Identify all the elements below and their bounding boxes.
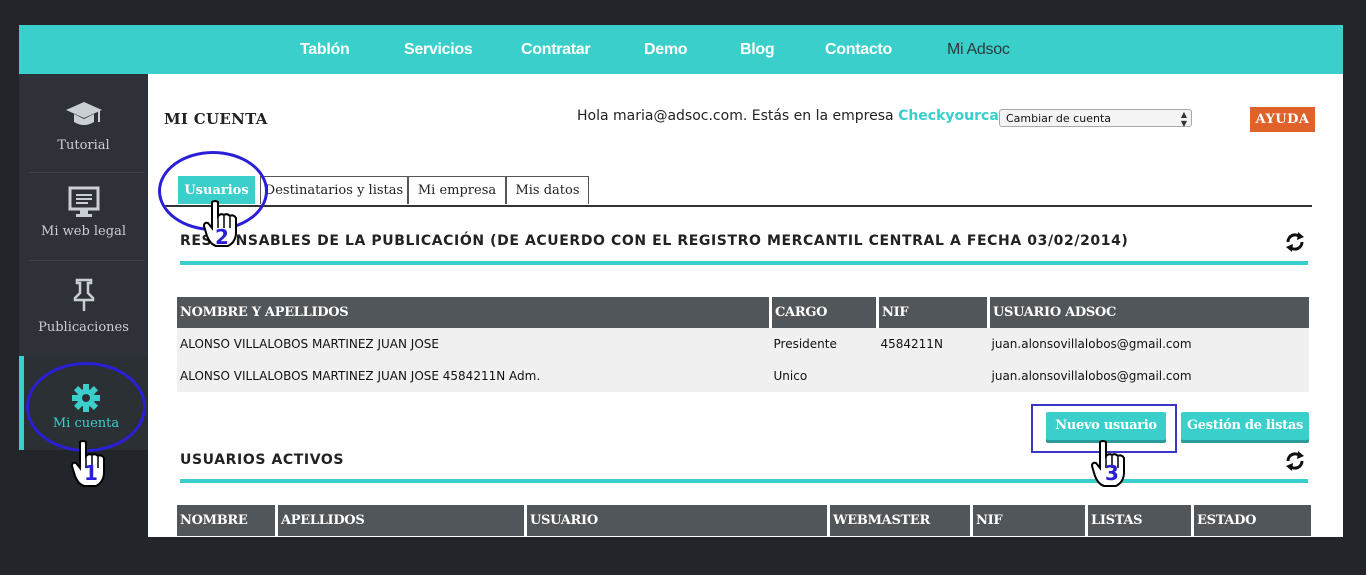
nav-servicios[interactable]: Servicios xyxy=(404,25,473,74)
column-header: WEBMASTER xyxy=(828,505,973,536)
table-cell: juan.alonsovillalobos@gmail.com xyxy=(988,328,1309,360)
nav-tablon[interactable]: Tablón xyxy=(300,25,350,74)
main-panel: MI CUENTA Hola maria@adsoc.com. Estás en… xyxy=(148,74,1343,537)
active-users-table: NOMBRE APELLIDOS USUARIO WEBMASTER NIF L… xyxy=(177,505,1311,536)
responsables-table: NOMBRE Y APELLIDOS CARGO NIF USUARIO ADS… xyxy=(177,297,1309,392)
greeting-message: Hola maria@adsoc.com. Estás en la empres… xyxy=(577,108,894,124)
column-header: NOMBRE xyxy=(177,505,278,536)
column-header: LISTAS xyxy=(1086,505,1194,536)
monitor-icon xyxy=(68,186,99,217)
sidebar-item-publicaciones[interactable]: Publicaciones xyxy=(19,278,148,340)
step-number: 2 xyxy=(215,225,229,249)
sidebar-item-mi-web-legal[interactable]: Mi web legal xyxy=(19,186,148,248)
annotation-circle xyxy=(26,362,146,452)
section-rule xyxy=(180,479,1308,483)
column-header: USUARIO xyxy=(525,505,830,536)
table-cell: Unico xyxy=(770,360,878,392)
step-number: 3 xyxy=(1105,461,1119,485)
sidebar-item-label: Publicaciones xyxy=(38,320,129,335)
graduation-cap-icon xyxy=(65,102,102,125)
responsables-title: RESPONSABLES DE LA PUBLICACIÓN (DE ACUER… xyxy=(180,233,1129,249)
column-header: ESTADO xyxy=(1192,505,1311,536)
sidebar-divider xyxy=(29,172,145,173)
nav-blog[interactable]: Blog xyxy=(740,25,775,74)
table-row: ALONSO VILLALOBOS MARTINEZ JUAN JOSE Pre… xyxy=(177,328,1309,360)
step-number: 1 xyxy=(84,461,98,485)
sidebar-item-tutorial[interactable]: Tutorial xyxy=(19,100,148,162)
refresh-icon[interactable] xyxy=(1284,450,1306,472)
sidebar-item-label: Tutorial xyxy=(57,138,110,153)
tab-mis-datos[interactable]: Mis datos xyxy=(506,176,589,204)
table-cell: ALONSO VILLALOBOS MARTINEZ JUAN JOSE xyxy=(177,328,771,360)
tabs-underline xyxy=(164,205,1312,207)
table-header-row: NOMBRE APELLIDOS USUARIO WEBMASTER NIF L… xyxy=(177,505,1311,536)
table-cell xyxy=(877,360,989,392)
section-rule xyxy=(180,261,1308,265)
sidebar-divider xyxy=(29,260,145,261)
column-header: NOMBRE Y APELLIDOS xyxy=(177,297,772,328)
column-header: NIF xyxy=(877,297,990,328)
column-header: CARGO xyxy=(770,297,879,328)
top-navigation: Tablón Servicios Contratar Demo Blog Con… xyxy=(19,25,1343,74)
select-arrows-icon: ▲ ▼ xyxy=(1180,110,1187,128)
account-select-value: Cambiar de cuenta xyxy=(1006,112,1111,125)
column-header: NIF xyxy=(971,505,1088,536)
active-users-title: USUARIOS ACTIVOS xyxy=(180,452,345,468)
help-button[interactable]: AYUDA xyxy=(1250,107,1315,132)
table-cell: ALONSO VILLALOBOS MARTINEZ JUAN JOSE 458… xyxy=(177,360,771,392)
table-row: ALONSO VILLALOBOS MARTINEZ JUAN JOSE 458… xyxy=(177,360,1309,392)
table-header-row: NOMBRE Y APELLIDOS CARGO NIF USUARIO ADS… xyxy=(177,297,1309,328)
list-management-button[interactable]: Gestión de listas xyxy=(1181,412,1309,440)
nav-mi-adsoc[interactable]: Mi Adsoc xyxy=(947,25,1010,74)
refresh-icon[interactable] xyxy=(1284,231,1306,253)
greeting-text: Hola maria@adsoc.com. Estás en la empres… xyxy=(577,108,1040,124)
nav-demo[interactable]: Demo xyxy=(644,25,688,74)
nav-contratar[interactable]: Contratar xyxy=(521,25,591,74)
table-cell: 4584211N xyxy=(877,328,989,360)
nav-contacto[interactable]: Contacto xyxy=(825,25,892,74)
tab-destinatarios[interactable]: Destinatarios y listas xyxy=(260,176,408,204)
table-cell: juan.alonsovillalobos@gmail.com xyxy=(988,360,1309,392)
page-title: MI CUENTA xyxy=(164,110,268,128)
account-select[interactable]: Cambiar de cuenta ▲ ▼ xyxy=(999,109,1192,128)
table-cell: Presidente xyxy=(770,328,878,360)
column-header: APELLIDOS xyxy=(276,505,527,536)
column-header: USUARIO ADSOC xyxy=(988,297,1309,328)
sidebar-item-label: Mi web legal xyxy=(41,224,126,239)
pushpin-icon xyxy=(73,278,94,311)
tab-mi-empresa[interactable]: Mi empresa xyxy=(408,176,506,204)
